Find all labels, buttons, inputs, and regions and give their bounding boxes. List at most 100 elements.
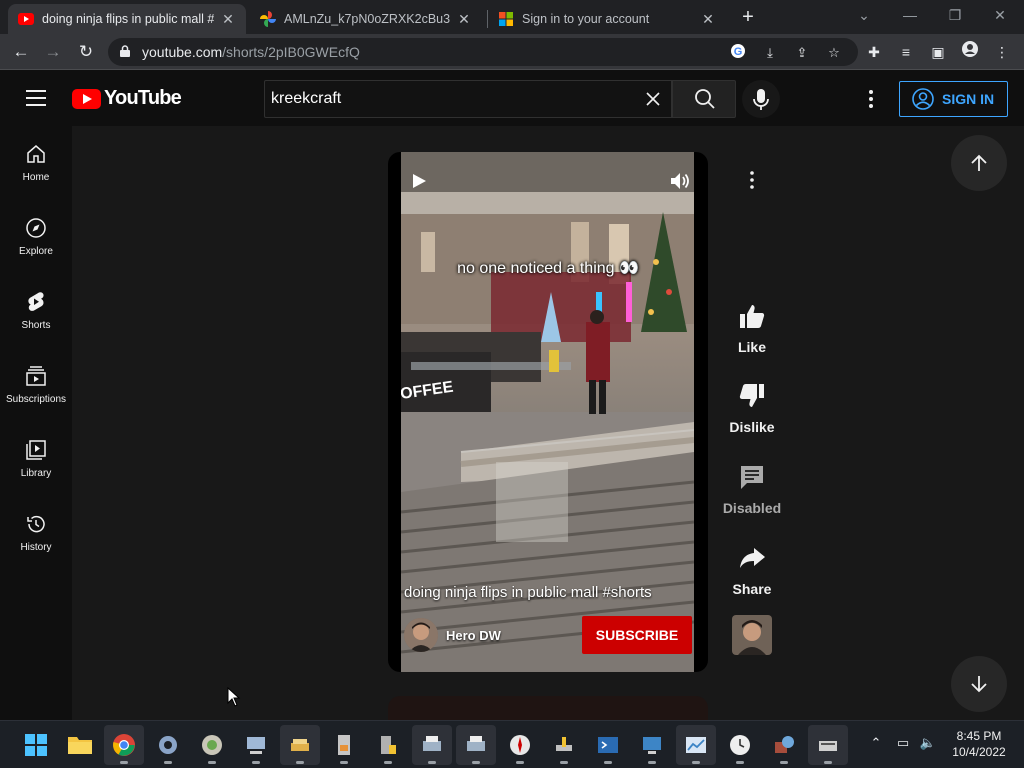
clock-app-icon	[730, 735, 750, 755]
sound-avatar[interactable]	[732, 615, 772, 655]
close-tab-icon[interactable]: ✕	[700, 11, 716, 28]
settings-taskbar-button[interactable]	[148, 725, 188, 765]
side-panel-icon[interactable]: ▣	[927, 41, 949, 63]
reload-button[interactable]: ↻	[75, 41, 97, 63]
mini-guide: Home Explore Shorts Subscriptions Librar…	[0, 126, 72, 720]
new-tab-button[interactable]: +	[738, 6, 758, 28]
sign-in-label: SIGN IN	[942, 91, 995, 107]
youtube-play-icon	[72, 88, 101, 109]
youtube-logo[interactable]: YouTube	[72, 87, 182, 110]
terminal-app-icon	[598, 737, 618, 753]
search-input[interactable]: kreekcraft	[264, 80, 672, 118]
guide-item-history[interactable]: History	[0, 496, 72, 560]
profile-icon[interactable]	[959, 41, 981, 63]
app-taskbar-button-2[interactable]	[236, 725, 276, 765]
tab-google-photos[interactable]: AMLnZu_k7pN0oZRXK2cBu3INEl ✕	[250, 4, 482, 34]
tools-app-icon	[556, 737, 572, 751]
short-title[interactable]: doing ninja flips in public mall #shorts	[404, 584, 652, 601]
sign-in-button[interactable]: SIGN IN	[899, 81, 1008, 117]
guide-label: Home	[22, 172, 50, 183]
clock-time: 8:45 PM	[956, 729, 1002, 743]
app-taskbar-button-6[interactable]	[412, 725, 452, 765]
share-page-icon[interactable]: ⇪	[792, 43, 812, 63]
guide-item-shorts[interactable]: Shorts	[0, 274, 72, 338]
show-hidden-icons-icon[interactable]: ⌃	[866, 733, 886, 753]
search-icon	[695, 89, 715, 109]
guide-item-explore[interactable]: Explore	[0, 200, 72, 264]
guide-item-library[interactable]: Library	[0, 422, 72, 486]
tab-youtube[interactable]: doing ninja flips in public mall #s ✕	[8, 4, 246, 34]
install-app-icon[interactable]: ⤓	[760, 43, 780, 63]
guide-item-home[interactable]: Home	[0, 126, 72, 190]
close-tab-icon[interactable]: ✕	[220, 11, 236, 28]
address-bar[interactable]: youtube.com/shorts/2pIB0GWEcfQ G ⤓ ⇪ ☆	[108, 38, 858, 66]
browser-menu-icon[interactable]: ⋮	[991, 41, 1013, 63]
guide-label: Subscriptions	[5, 394, 67, 405]
system-clock[interactable]: 8:45 PM 10/4/2022	[944, 728, 1014, 760]
video-caption-text: no one noticed a thing 👀	[457, 260, 639, 277]
app-taskbar-button-9[interactable]	[544, 725, 584, 765]
comments-button[interactable]: Disabled	[718, 462, 786, 516]
tab-search-icon[interactable]: ⌄	[850, 4, 878, 26]
browser-toolbar: ← → ↻ youtube.com/shorts/2pIB0GWEcfQ G ⤓…	[0, 34, 1024, 70]
like-button[interactable]: Like	[718, 301, 786, 355]
google-lens-icon[interactable]: G	[728, 43, 748, 63]
app-taskbar-button-14[interactable]	[764, 725, 804, 765]
svg-text:G: G	[734, 46, 743, 58]
clear-search-icon[interactable]	[643, 89, 663, 109]
start-button[interactable]	[16, 725, 56, 765]
tab-microsoft-signin[interactable]: Sign in to your account ✕	[488, 4, 726, 34]
printer-app-icon	[467, 736, 485, 751]
minimize-button[interactable]: —	[896, 4, 924, 26]
network-icon[interactable]: ▭	[893, 733, 913, 753]
chrome-taskbar-button[interactable]	[104, 725, 144, 765]
settings-menu-icon[interactable]	[860, 88, 882, 110]
folder-icon	[68, 737, 92, 754]
app-taskbar-button-15[interactable]	[808, 725, 848, 765]
guide-item-subscriptions[interactable]: Subscriptions	[0, 348, 72, 412]
volume-icon[interactable]: 🔈	[918, 733, 938, 753]
history-icon	[27, 515, 45, 533]
play-icon[interactable]	[410, 172, 428, 190]
app-taskbar-button-10[interactable]	[588, 725, 628, 765]
guide-menu-icon[interactable]	[26, 90, 46, 106]
app-taskbar-button-13[interactable]	[720, 725, 760, 765]
close-window-button[interactable]: ✕	[986, 4, 1014, 26]
shorts-player[interactable]: OFFEE no one noticed a thing 👀 doing nin…	[388, 152, 708, 672]
restore-button[interactable]: ❐	[941, 4, 969, 26]
app-taskbar-button-3[interactable]	[280, 725, 320, 765]
share-button[interactable]: Share	[718, 543, 786, 597]
back-button[interactable]: ←	[10, 41, 32, 63]
channel-avatar[interactable]	[404, 618, 438, 652]
close-tab-icon[interactable]: ✕	[456, 11, 472, 28]
scanner-app-icon	[819, 741, 837, 751]
app-taskbar-button-5[interactable]	[368, 725, 408, 765]
app-taskbar-button-8[interactable]	[500, 725, 540, 765]
app-taskbar-button-11[interactable]	[632, 725, 672, 765]
app-taskbar-button-1[interactable]	[192, 725, 232, 765]
app-taskbar-button-4[interactable]	[324, 725, 364, 765]
dislike-button[interactable]: Dislike	[718, 381, 786, 435]
home-icon	[27, 145, 45, 163]
file-explorer-taskbar-button[interactable]	[60, 725, 100, 765]
channel-name[interactable]: Hero DW	[446, 628, 501, 643]
app-taskbar-button-7[interactable]	[456, 725, 496, 765]
thumbs-down-icon	[739, 384, 764, 407]
app-taskbar-button-12[interactable]	[676, 725, 716, 765]
url-text: youtube.com/shorts/2pIB0GWEcfQ	[142, 44, 360, 60]
bookmark-star-icon[interactable]: ☆	[824, 43, 844, 63]
previous-short-button[interactable]	[951, 135, 1007, 191]
next-short-preview[interactable]	[388, 696, 708, 720]
voice-search-button[interactable]	[742, 80, 780, 118]
search-button[interactable]	[672, 80, 736, 118]
forward-button[interactable]: →	[42, 41, 64, 63]
extensions-icon[interactable]: ✚	[863, 41, 885, 63]
short-more-options-icon[interactable]	[742, 170, 762, 190]
network-app-icon	[775, 736, 794, 753]
url-domain: youtube.com	[142, 44, 223, 60]
subscribe-button[interactable]: SUBSCRIBE	[582, 616, 692, 654]
media-control-icon[interactable]: ≡	[895, 41, 917, 63]
google-photos-icon	[260, 11, 276, 27]
volume-icon[interactable]	[669, 171, 691, 191]
next-short-button[interactable]	[951, 656, 1007, 712]
